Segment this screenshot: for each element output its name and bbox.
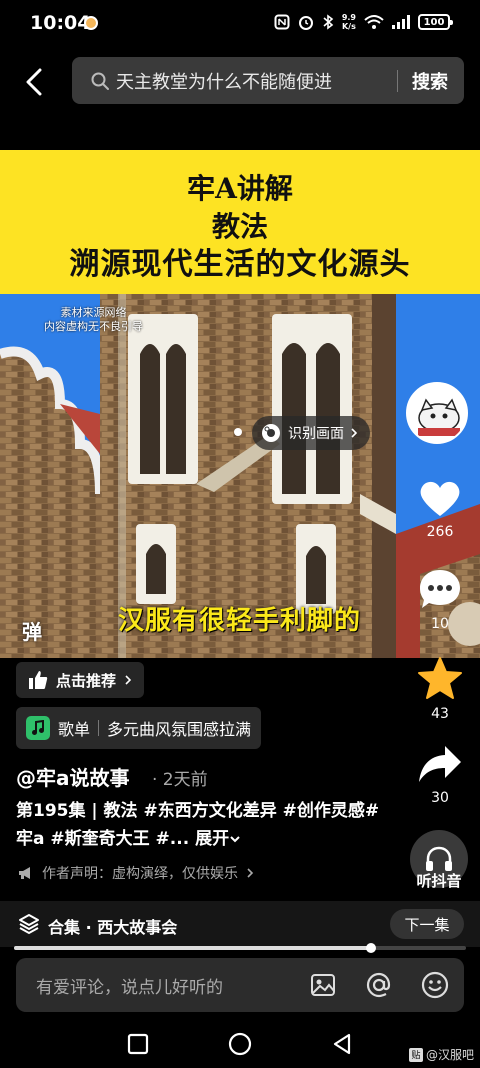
- chevron-right-icon: [125, 675, 132, 685]
- emoji-button[interactable]: [420, 970, 450, 1000]
- video-progress-bar[interactable]: [14, 943, 466, 953]
- favorite-count: 43: [431, 706, 449, 722]
- at-icon: [366, 972, 391, 998]
- signal-icon: [392, 15, 410, 29]
- video-subtitle: 汉服有很轻手利脚的: [118, 606, 362, 636]
- comment-button[interactable]: 10: [408, 568, 472, 632]
- chevron-right-icon: [247, 868, 254, 878]
- alarm-icon: [298, 16, 313, 30]
- chevron-right-icon: [351, 428, 358, 438]
- star-icon: [418, 657, 462, 699]
- author-avatar[interactable]: [406, 382, 468, 444]
- wifi-icon: [364, 15, 384, 29]
- chevron-down-icon: [230, 836, 240, 843]
- identify-image-button[interactable]: 识别画面: [252, 416, 370, 450]
- status-icons: 9.9 K/s 100: [274, 13, 453, 31]
- square-icon: [127, 1033, 149, 1055]
- expand-link[interactable]: 展开: [195, 829, 241, 849]
- recommend-button[interactable]: 点击推荐: [16, 662, 145, 698]
- system-nav-bar: 贴 @汉服吧: [0, 1018, 480, 1068]
- scan-icon: [262, 424, 280, 442]
- banner-line: 溯源现代生活的文化源头: [69, 247, 411, 282]
- nfc-icon: [274, 14, 290, 30]
- home-button[interactable]: [226, 1030, 254, 1058]
- danmaku-toggle[interactable]: 弹: [22, 616, 42, 645]
- recommend-label: 点击推荐: [56, 671, 117, 690]
- heart-icon: [420, 481, 460, 516]
- comment-bar[interactable]: 有爱评论，说点儿好听的: [16, 958, 464, 1012]
- comment-count: 10: [431, 616, 449, 632]
- net-speed: 9.9 K/s: [341, 13, 356, 31]
- share-arrow-icon: [419, 746, 461, 782]
- search-divider: [397, 69, 398, 92]
- video-title-banner: 牢A讲解 教法 溯源现代生活的文化源头: [0, 150, 480, 294]
- collection-label: 合集 · 西大故事会: [48, 918, 178, 937]
- video-disclaimer: 素材来源网络 内容虚构无不良引导: [44, 306, 143, 333]
- collection-bar[interactable]: 合集 · 西大故事会 下一集: [0, 901, 480, 947]
- emoji-icon: [421, 971, 449, 999]
- listen-label[interactable]: 听抖音: [404, 870, 474, 891]
- next-episode-button[interactable]: 下一集: [390, 909, 464, 939]
- playlist-tag[interactable]: 歌单 多元曲风氛围感拉满: [16, 707, 262, 749]
- mention-button[interactable]: [364, 970, 394, 1000]
- back-arrow-icon: [26, 68, 42, 96]
- progress-fill: [14, 946, 372, 950]
- pagination-dots: [234, 428, 242, 436]
- app-notification-icon: [84, 16, 98, 30]
- banner-line: 牢A讲解: [187, 172, 293, 205]
- statement-text: 作者声明：虚构演绎，仅供娱乐: [42, 866, 238, 882]
- search-button[interactable]: 搜索: [412, 68, 448, 94]
- watermark: 贴 @汉服吧: [408, 1046, 474, 1063]
- image-button[interactable]: [308, 970, 338, 1000]
- search-icon: [91, 72, 109, 90]
- layers-icon: [19, 914, 39, 935]
- comment-bubble-icon: [420, 570, 460, 608]
- image-icon: [311, 974, 335, 996]
- playlist-label: 歌单: [58, 720, 91, 739]
- post-time: · 2天前: [152, 770, 208, 790]
- video-description[interactable]: 第195集 | 教法 #东西方文化差异 #创作灵感#牢a #斯奎奇大王 #...…: [16, 797, 396, 853]
- music-note-icon: [26, 716, 50, 740]
- tieba-logo-icon: 贴: [408, 1047, 423, 1062]
- thumbs-up-icon: [29, 671, 48, 689]
- author-name[interactable]: @牢a说故事: [16, 762, 130, 791]
- headphones-icon: [426, 846, 452, 871]
- status-time: 10:04: [30, 12, 91, 34]
- circle-icon: [228, 1032, 252, 1056]
- battery-icon: 100: [418, 14, 453, 30]
- back-nav-button[interactable]: [328, 1030, 356, 1058]
- watermark-text: @汉服吧: [425, 1048, 474, 1062]
- favorite-button[interactable]: 43: [408, 656, 472, 722]
- banner-line: 教法: [211, 210, 268, 243]
- playlist-title: 多元曲风氛围感拉满: [107, 720, 252, 739]
- search-box[interactable]: 天主教堂为什么不能随便进 搜索: [72, 57, 464, 104]
- share-button[interactable]: 30: [408, 744, 472, 806]
- status-bar: 10:04 9.9 K/s 100: [0, 0, 480, 50]
- like-button[interactable]: 266: [408, 478, 472, 540]
- comment-input[interactable]: 有爱评论，说点儿好听的: [36, 973, 223, 998]
- bluetooth-icon: [323, 14, 334, 30]
- search-input[interactable]: 天主教堂为什么不能随便进: [116, 68, 397, 94]
- playlist-divider: [98, 720, 100, 736]
- like-count: 266: [426, 524, 454, 540]
- back-button[interactable]: [18, 62, 50, 102]
- recents-button[interactable]: [124, 1030, 152, 1058]
- progress-knob[interactable]: [366, 943, 377, 953]
- megaphone-icon: [19, 867, 30, 879]
- author-statement[interactable]: 作者声明：虚构演绎，仅供娱乐: [18, 863, 254, 883]
- identify-label: 识别画面: [288, 426, 344, 442]
- share-count: 30: [431, 790, 449, 806]
- triangle-back-icon: [333, 1033, 351, 1055]
